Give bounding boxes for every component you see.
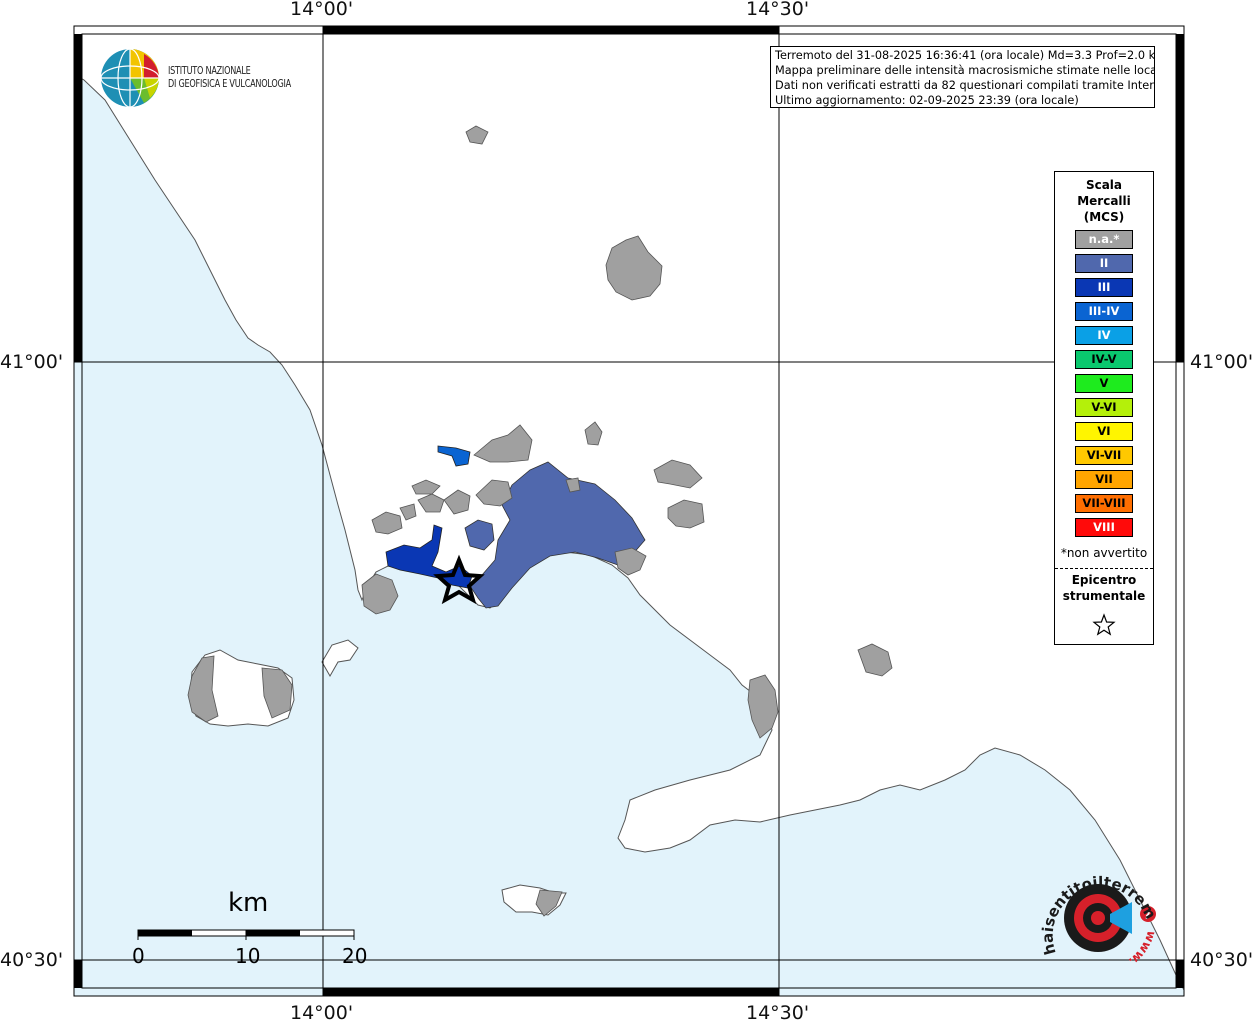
mcs-legend: Scala Mercalli (MCS) n.a.* II III III-IV IV I… xyxy=(1054,171,1154,645)
star-outline-icon xyxy=(1092,613,1116,636)
legend-epicentre-label: Epicentro strumentale xyxy=(1055,572,1153,604)
epicentre-label-line-2: strumentale xyxy=(1062,589,1146,603)
left-tick-40-30: 40°30' xyxy=(0,949,64,971)
right-tick-40-30: 40°30' xyxy=(1190,949,1254,971)
legend-title: Scala Mercalli (MCS) xyxy=(1055,177,1153,225)
legend-title-line-3: (MCS) xyxy=(1083,210,1125,224)
svg-text:www.: www. xyxy=(1126,929,1159,969)
event-info-box: Terremoto del 31-08-2025 16:36:41 (ora l… xyxy=(770,46,1155,108)
bottom-tick-14-30: 14°30' xyxy=(746,1002,810,1024)
legend-swatch-iv: IV xyxy=(1075,326,1133,345)
legend-swatch-v-vi: V-VI xyxy=(1075,398,1133,417)
epicentre-label-line-1: Epicentro xyxy=(1071,573,1137,587)
info-line-2: Mappa preliminare delle intensità macros… xyxy=(775,64,1155,77)
info-line-3: Dati non verificati estratti da 82 quest… xyxy=(775,79,1155,92)
legend-swatch-n-a: n.a.* xyxy=(1075,230,1133,249)
scale-label-0: 0 xyxy=(132,944,145,968)
top-tick-14-30: 14°30' xyxy=(746,0,810,20)
hsi-logo-prefix: www. xyxy=(1126,929,1159,969)
logo-line-1: ISTITUTO NAZIONALE xyxy=(168,64,251,77)
legend-swatch-v: V xyxy=(1075,374,1133,393)
top-tick-14-00: 14°00' xyxy=(290,0,354,20)
info-line-4: Ultimo aggiornamento: 02-09-2025 23:39 (… xyxy=(775,94,1079,107)
legend-swatch-iii: III xyxy=(1075,278,1133,297)
legend-swatch-iv-v: IV-V xyxy=(1075,350,1133,369)
legend-title-line-1: Scala xyxy=(1085,178,1123,192)
globe-icon xyxy=(100,48,160,108)
scale-label-20: 20 xyxy=(342,944,368,968)
info-line-1: Terremoto del 31-08-2025 16:36:41 (ora l… xyxy=(775,49,1155,62)
left-tick-41-00: 41°00' xyxy=(0,351,64,373)
hsi-logo: ? haisentitoilterremoto.it www. xyxy=(1031,844,1166,976)
legend-separator xyxy=(1055,568,1153,569)
legend-swatch-vi-vii: VI-VII xyxy=(1075,446,1133,465)
hsi-logo-graphic: ? haisentitoilterremoto.it www. xyxy=(1031,844,1160,969)
scale-label-10: 10 xyxy=(235,944,261,968)
ingv-logo: ISTITUTO NAZIONALE DI GEOFISICA E VULCAN… xyxy=(100,48,320,110)
legend-swatch-viii: VIII xyxy=(1075,518,1133,537)
legend-note: *non avvertito xyxy=(1060,546,1148,560)
legend-swatch-ii: II xyxy=(1075,254,1133,273)
logo-line-2: DI GEOFISICA E VULCANOLOGIA xyxy=(168,77,291,90)
bottom-tick-14-00: 14°00' xyxy=(290,1002,354,1024)
scale-unit: km xyxy=(228,888,269,918)
scale-bar: km 0 10 20 xyxy=(120,888,380,978)
right-tick-41-00: 41°00' xyxy=(1190,351,1254,373)
legend-swatch-vi: VI xyxy=(1075,422,1133,441)
legend-swatch-iii-iv: III-IV xyxy=(1075,302,1133,321)
legend-swatch-vii-viii: VII-VIII xyxy=(1075,494,1133,513)
legend-title-line-2: Mercalli xyxy=(1077,194,1131,208)
legend-swatch-vii: VII xyxy=(1075,470,1133,489)
